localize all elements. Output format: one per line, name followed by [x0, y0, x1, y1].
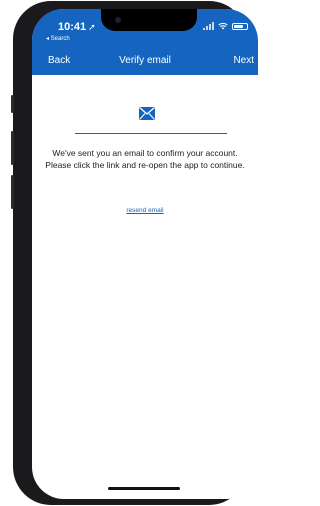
- volume-down-button: [11, 175, 14, 209]
- wifi-icon: [218, 22, 228, 30]
- home-indicator[interactable]: [108, 487, 180, 490]
- page-title: Verify email: [119, 55, 171, 66]
- nav-bar: Back Verify email Next: [32, 55, 258, 75]
- resend-email-link[interactable]: resend email: [32, 207, 258, 214]
- status-indicators: [203, 22, 248, 30]
- battery-icon: [232, 22, 248, 30]
- volume-up-button: [11, 131, 14, 165]
- status-time-text: 10:41: [58, 21, 87, 33]
- mute-switch: [11, 95, 14, 113]
- location-arrow-icon: ➚: [88, 22, 96, 32]
- status-time: 10:41 ➚: [58, 21, 96, 33]
- divider: [75, 133, 227, 134]
- back-to-search-link[interactable]: ◂ Search: [46, 35, 70, 42]
- next-button[interactable]: Next: [233, 55, 254, 66]
- phone-frame: 10:41➚ ◂ Search Back Verify email Next: [11, 1, 258, 505]
- cellular-signal-icon: [203, 22, 214, 30]
- header-bar: 10:41 ➚ ◂ Search Back Verify email Next: [32, 9, 258, 75]
- camera-icon: [115, 17, 121, 23]
- notch: [101, 9, 197, 31]
- mail-icon: [139, 107, 155, 120]
- confirmation-message: We've sent you an email to confirm your …: [45, 148, 245, 170]
- app-screen: 10:41➚ ◂ Search Back Verify email Next: [32, 9, 258, 499]
